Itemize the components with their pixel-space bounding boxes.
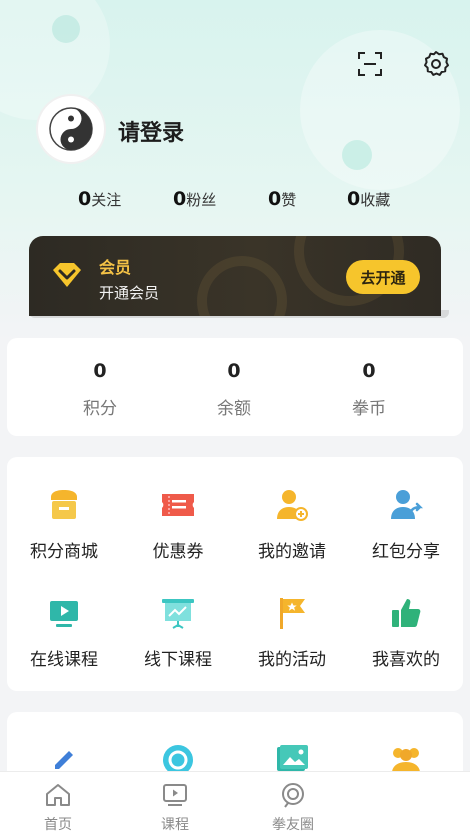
menu-item-offline-course[interactable]: 线下课程 [121, 593, 235, 670]
vip-decor-ring [197, 256, 287, 316]
vip-subtitle: 开通会员 [99, 284, 160, 302]
vip-title: 会员 [99, 258, 132, 277]
wallet-value: 0 [362, 360, 376, 382]
menu-item-label: 优惠券 [152, 542, 204, 562]
coupon-icon [158, 485, 198, 525]
menu-item-label: 我的活动 [258, 650, 326, 670]
menu-card: 积分商城 优惠券 我的邀请 红包分享 在线课程 线下课程 我的活动 我喜欢的 [7, 457, 463, 691]
course-icon [163, 784, 187, 806]
wallet-value: 0 [93, 360, 107, 382]
nav-tab-home[interactable]: 首页 [18, 782, 98, 834]
stat-value: 0 [347, 188, 361, 210]
profile-stats: 0 关注 0 粉丝 0 赞 0 收藏 [0, 188, 470, 212]
stat-label: 关注 [91, 191, 122, 209]
wallet-coins[interactable]: 0 拳币 [299, 338, 439, 419]
stat-likes[interactable]: 0 赞 [268, 188, 296, 210]
yin-yang-icon [49, 107, 93, 151]
avatar[interactable] [38, 96, 104, 162]
nav-tab-community[interactable]: 拳友圈 [253, 782, 333, 834]
nav-label: 拳友圈 [272, 817, 314, 833]
settings-button[interactable] [421, 49, 451, 79]
nav-label: 首页 [44, 817, 72, 833]
menu-item-coupon[interactable]: 优惠券 [121, 485, 235, 562]
wallet-label: 余额 [217, 399, 251, 419]
menu-item-label: 线下课程 [144, 650, 212, 670]
shop-icon [44, 485, 84, 525]
stat-label: 粉丝 [186, 191, 217, 209]
menu-item-redpacket-share[interactable]: 红包分享 [349, 485, 463, 562]
menu-item-my-likes[interactable]: 我喜欢的 [349, 593, 463, 670]
online-course-icon [44, 593, 84, 633]
bottom-nav: 首页 课程 拳友圈 [0, 771, 470, 837]
scan-button[interactable] [355, 49, 385, 79]
offline-course-icon [158, 593, 198, 633]
scan-icon [358, 52, 382, 76]
menu-item-my-activity[interactable]: 我的活动 [235, 593, 349, 670]
home-icon [46, 784, 70, 806]
menu-item-invite[interactable]: 我的邀请 [235, 485, 349, 562]
share-icon [386, 485, 426, 525]
vip-open-button[interactable]: 去开通 [346, 260, 420, 294]
wallet-card: 0 积分 0 余额 0 拳币 [7, 338, 463, 436]
stat-value: 0 [78, 188, 92, 210]
wallet-label: 拳币 [352, 399, 386, 419]
menu-item-points-mall[interactable]: 积分商城 [7, 485, 121, 562]
wallet-balance[interactable]: 0 余额 [164, 338, 304, 419]
thumbs-up-icon [386, 593, 426, 633]
decor-dot [342, 140, 372, 170]
menu-item-label: 我的邀请 [258, 542, 326, 562]
wallet-label: 积分 [83, 399, 117, 419]
login-link[interactable]: 请登录 [118, 115, 184, 147]
menu-item-label: 我喜欢的 [372, 650, 440, 670]
invite-icon [272, 485, 312, 525]
stat-favorites[interactable]: 0 收藏 [347, 188, 390, 210]
menu-item-online-course[interactable]: 在线课程 [7, 593, 121, 670]
stat-fans[interactable]: 0 粉丝 [173, 188, 216, 210]
gear-icon [424, 51, 449, 76]
vip-diamond-icon [50, 260, 84, 294]
decor-dot [52, 15, 80, 43]
activity-flag-icon [272, 593, 312, 633]
stat-value: 0 [173, 188, 187, 210]
stat-following[interactable]: 0 关注 [78, 188, 121, 210]
stat-label: 收藏 [360, 191, 391, 209]
nav-tab-course[interactable]: 课程 [135, 782, 215, 834]
community-icon [282, 783, 304, 808]
wallet-points[interactable]: 0 积分 [30, 338, 170, 419]
menu-item-label: 在线课程 [30, 650, 98, 670]
wallet-value: 0 [227, 360, 241, 382]
stat-value: 0 [268, 188, 282, 210]
menu-item-label: 积分商城 [30, 542, 98, 562]
menu-item-label: 红包分享 [372, 542, 440, 562]
nav-label: 课程 [161, 817, 189, 833]
stat-label: 赞 [281, 191, 297, 209]
